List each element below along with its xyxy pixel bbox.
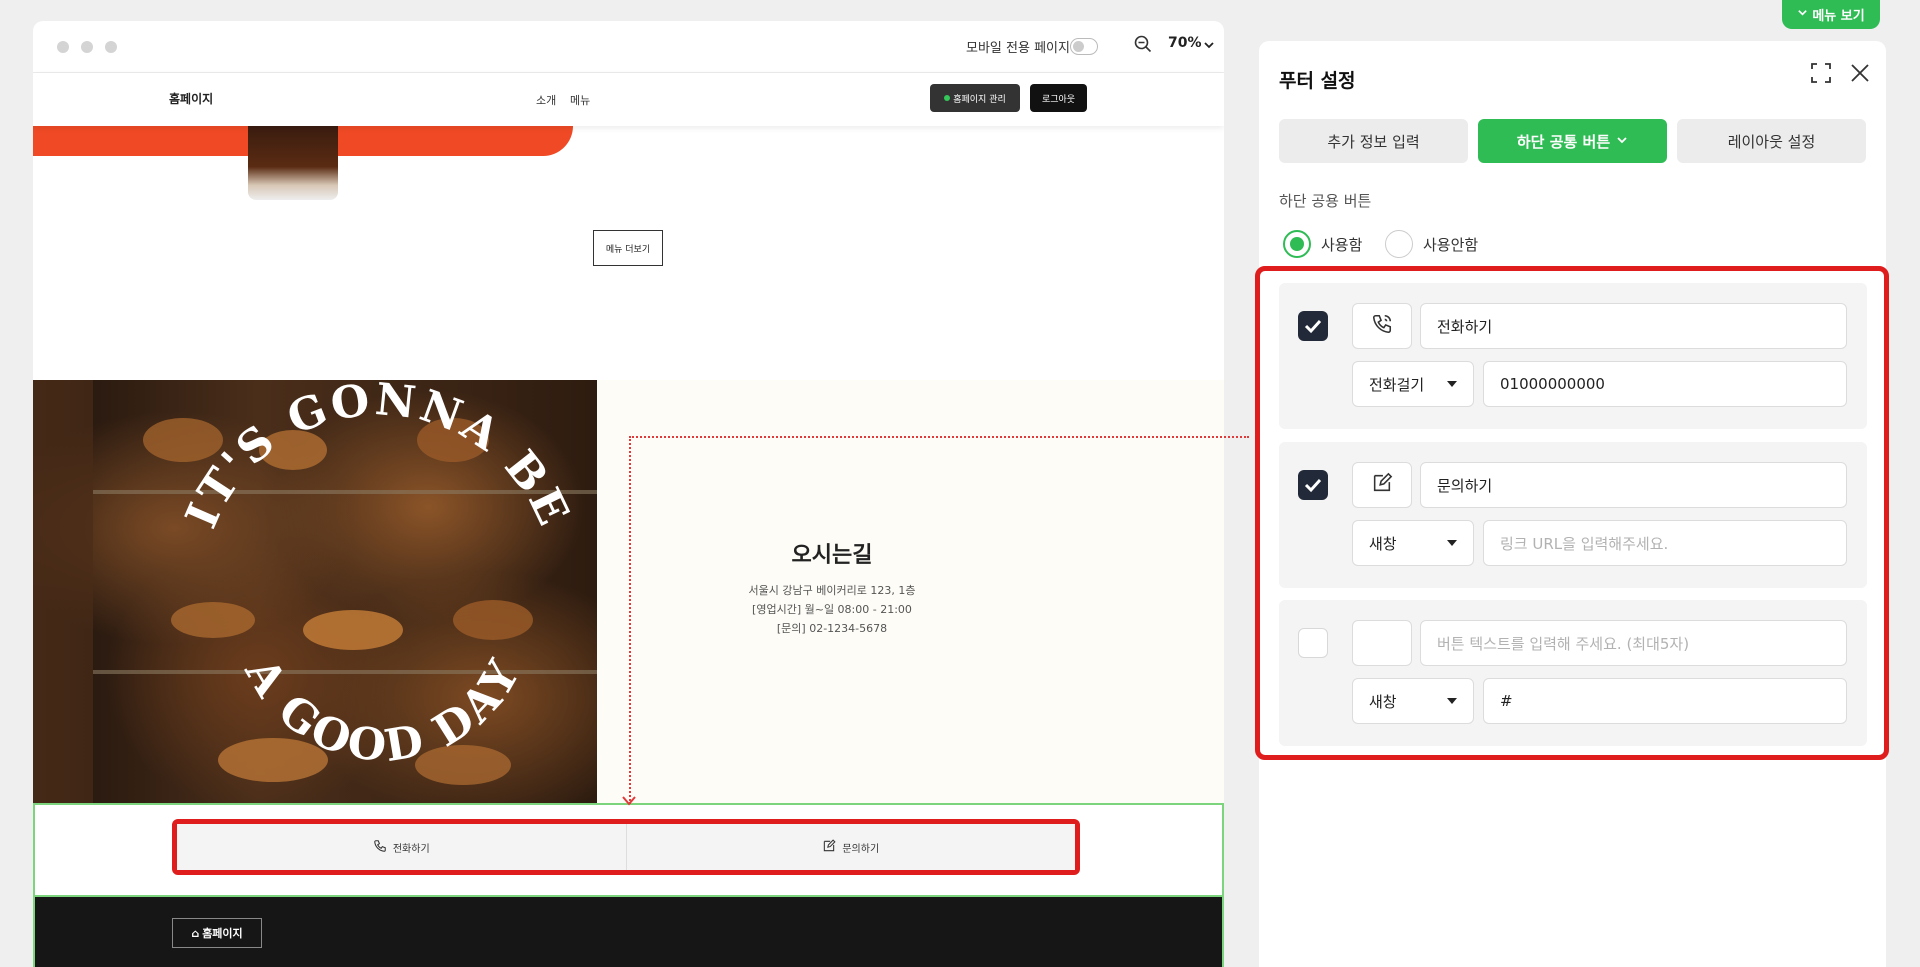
coffee-glass-image bbox=[248, 126, 338, 200]
close-icon[interactable] bbox=[1849, 62, 1871, 88]
action-select-value: 새창 bbox=[1369, 692, 1397, 711]
logout-button[interactable]: 로그아웃 bbox=[1030, 84, 1087, 112]
preview-toolbar: 모바일 전용 페이지 70% bbox=[33, 21, 1224, 73]
footer-inquiry-button[interactable]: 문의하기 bbox=[625, 824, 1075, 870]
mobile-only-label: 모바일 전용 페이지 bbox=[966, 41, 1070, 56]
edit-icon bbox=[1371, 472, 1393, 498]
window-controls bbox=[57, 41, 117, 53]
chevron-down-icon[interactable] bbox=[1203, 36, 1215, 55]
show-menu-label: 메뉴 보기 bbox=[1812, 9, 1865, 24]
homepage-admin-button[interactable]: 홈페이지 관리 bbox=[930, 84, 1020, 112]
directions-section: 오시는길 서울시 강남구 베이커리로 123, 1층 [영업시간] 월~일 08… bbox=[597, 380, 1224, 803]
button-text-input[interactable]: 문의하기 bbox=[1420, 462, 1847, 508]
icon-picker[interactable] bbox=[1352, 303, 1412, 349]
bakery-photo: IT'S GONNA BE A GOOD DAY bbox=[33, 380, 597, 803]
action-select-value: 새창 bbox=[1369, 534, 1397, 553]
footer-logo-label: 홈페이지 bbox=[202, 927, 243, 940]
phone-icon bbox=[1371, 313, 1393, 339]
button-config-card: 버튼 텍스트를 입력해 주세요. (최대5자) 새창 # bbox=[1279, 600, 1867, 746]
radio-use-label: 사용함 bbox=[1321, 235, 1363, 254]
footer-logo[interactable]: ⌂ 홈페이지 bbox=[172, 918, 262, 948]
zoom-out-icon[interactable] bbox=[1134, 35, 1152, 57]
directions-contact: [문의] 02-1234-5678 bbox=[776, 622, 888, 635]
tab-additional-info-label: 추가 정보 입력 bbox=[1327, 132, 1420, 151]
button-enabled-checkbox[interactable] bbox=[1298, 470, 1328, 500]
home-icon: ⌂ bbox=[191, 926, 200, 940]
button-text-input[interactable]: 전화하기 bbox=[1420, 303, 1847, 349]
connector-arrow-icon bbox=[622, 796, 636, 806]
button-enabled-checkbox[interactable] bbox=[1298, 628, 1328, 658]
nav-link-menu[interactable]: 메뉴 bbox=[570, 92, 590, 108]
phone-icon bbox=[373, 839, 387, 856]
expand-icon[interactable] bbox=[1810, 62, 1832, 88]
button-config-card: 문의하기 새창 링크 URL을 입력해주세요. bbox=[1279, 442, 1867, 588]
chevron-down-icon bbox=[1616, 132, 1628, 150]
link-url-input[interactable]: 링크 URL을 입력해주세요. bbox=[1483, 520, 1847, 566]
button-enabled-checkbox[interactable] bbox=[1298, 311, 1328, 341]
section-label: 하단 공용 버튼 bbox=[1279, 192, 1372, 210]
footer-inquiry-label: 문의하기 bbox=[842, 843, 880, 855]
mobile-only-toggle[interactable] bbox=[1070, 38, 1098, 55]
chevron-down-icon bbox=[1797, 7, 1808, 22]
more-menu-button[interactable]: 메뉴 더보기 bbox=[593, 230, 663, 266]
site-logo[interactable]: 홈페이지 bbox=[169, 90, 213, 107]
zoom-level[interactable]: 70% bbox=[1168, 35, 1202, 51]
caret-down-icon bbox=[1447, 698, 1457, 704]
footer-call-label: 전화하기 bbox=[392, 843, 430, 855]
nav-link-intro[interactable]: 소개 bbox=[536, 92, 556, 108]
icon-picker[interactable] bbox=[1352, 462, 1412, 508]
button-text-input[interactable]: 버튼 텍스트를 입력해 주세요. (최대5자) bbox=[1420, 620, 1847, 666]
status-dot-icon bbox=[944, 95, 951, 101]
action-value-input[interactable]: # bbox=[1483, 678, 1847, 724]
radio-not-use[interactable]: 사용안함 bbox=[1385, 230, 1478, 258]
action-select[interactable]: 새창 bbox=[1352, 678, 1474, 724]
footer-buttons-highlight: 전화하기 문의하기 bbox=[172, 819, 1080, 875]
caret-down-icon bbox=[1447, 540, 1457, 546]
edit-icon bbox=[822, 838, 836, 856]
footer-call-button[interactable]: 전화하기 bbox=[177, 824, 626, 870]
radio-use[interactable]: 사용함 bbox=[1283, 230, 1362, 258]
homepage-admin-label: 홈페이지 관리 bbox=[953, 94, 1006, 105]
directions-hours: [영업시간] 월~일 08:00 - 21:00 bbox=[752, 603, 912, 616]
site-header: 홈페이지 소개 메뉴 홈페이지 관리 로그아웃 bbox=[33, 73, 1224, 126]
radio-not-use-indicator[interactable] bbox=[1385, 230, 1413, 258]
svg-text:IT'S GONNA BE: IT'S GONNA BE bbox=[176, 380, 580, 536]
tab-layout-settings[interactable]: 레이아웃 설정 bbox=[1677, 119, 1866, 163]
action-select[interactable]: 새창 bbox=[1352, 520, 1474, 566]
show-menu-button[interactable]: 메뉴 보기 bbox=[1782, 0, 1880, 29]
action-value-input[interactable]: 01000000000 bbox=[1483, 361, 1847, 407]
button-config-card: 전화하기 전화걸기 01000000000 bbox=[1279, 283, 1867, 429]
action-select[interactable]: 전화걸기 bbox=[1352, 361, 1474, 407]
icon-picker[interactable] bbox=[1352, 620, 1412, 666]
tab-common-buttons[interactable]: 하단 공통 버튼 bbox=[1478, 119, 1667, 163]
caret-down-icon bbox=[1447, 381, 1457, 387]
directions-address: 서울시 강남구 베이커리로 123, 1층 bbox=[748, 584, 916, 597]
site-footer: ⌂ 홈페이지 bbox=[33, 897, 1224, 967]
footer-button-bar: 전화하기 문의하기 bbox=[33, 803, 1224, 897]
connector-line-vertical bbox=[629, 436, 631, 804]
tab-additional-info[interactable]: 추가 정보 입력 bbox=[1279, 119, 1468, 163]
directions-title: 오시는길 bbox=[791, 543, 873, 568]
tab-layout-settings-label: 레이아웃 설정 bbox=[1727, 132, 1816, 151]
radio-use-indicator[interactable] bbox=[1283, 230, 1311, 258]
panel-title: 푸터 설정 bbox=[1279, 70, 1356, 92]
action-select-value: 전화걸기 bbox=[1369, 375, 1425, 394]
photo-headline-top: IT'S GONNA BE bbox=[176, 380, 577, 536]
tab-common-buttons-label: 하단 공통 버튼 bbox=[1516, 132, 1611, 151]
radio-not-use-label: 사용안함 bbox=[1423, 235, 1479, 254]
connector-line bbox=[629, 436, 1249, 438]
